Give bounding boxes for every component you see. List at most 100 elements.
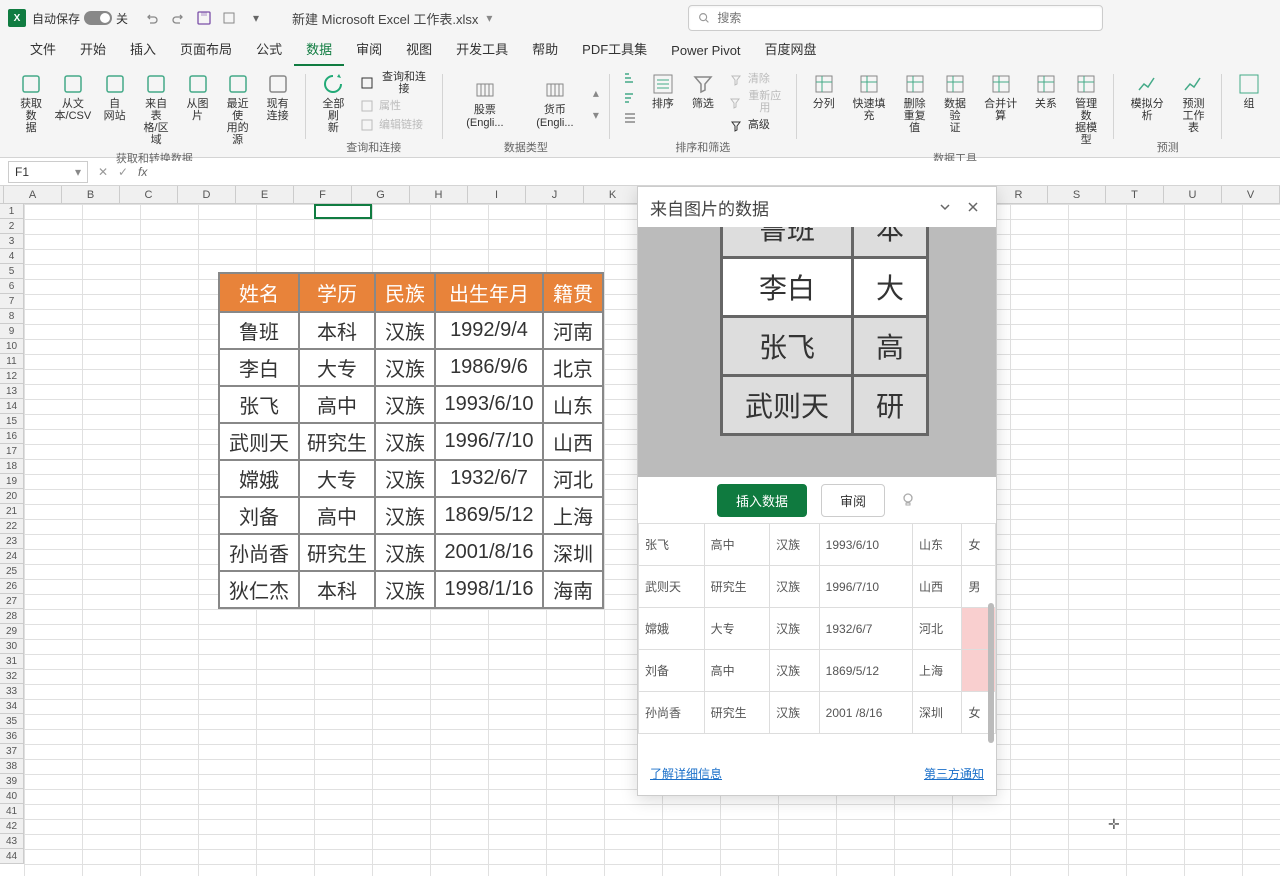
getdata-btn-3[interactable]: 来自表 格/区域 xyxy=(136,70,177,148)
datatype-btn-1[interactable]: 货币 (Engli... xyxy=(521,76,589,130)
query-item-0[interactable]: 查询和连接 xyxy=(355,70,434,96)
row-header[interactable]: 29 xyxy=(0,624,24,639)
forecast-btn-0[interactable]: 模拟分析 xyxy=(1122,70,1172,124)
row-header[interactable]: 44 xyxy=(0,849,24,864)
extracted-cell[interactable]: 大专 xyxy=(704,608,770,650)
extracted-data-grid[interactable]: 张飞高中汉族1993/6/10山东女武则天研究生汉族1996/7/10山西男嫦娥… xyxy=(638,523,996,755)
row-header[interactable]: 38 xyxy=(0,759,24,774)
getdata-btn-2[interactable]: 自 网站 xyxy=(96,70,134,124)
extracted-cell[interactable]: 男 xyxy=(962,566,996,608)
sort-desc-button[interactable] xyxy=(618,90,642,108)
row-header[interactable]: 33 xyxy=(0,684,24,699)
getdata-btn-5[interactable]: 最近使 用的源 xyxy=(219,70,257,148)
extracted-cell[interactable]: 研究生 xyxy=(704,566,770,608)
insert-data-button[interactable]: 插入数据 xyxy=(717,484,807,517)
row-header[interactable]: 25 xyxy=(0,564,24,579)
col-header[interactable]: G xyxy=(352,186,410,204)
row-header[interactable]: 21 xyxy=(0,504,24,519)
search-box[interactable] xyxy=(688,5,1103,31)
datatool-btn-1[interactable]: 快速填充 xyxy=(845,70,894,124)
col-header[interactable]: D xyxy=(178,186,236,204)
confirm-formula-button[interactable]: ✓ xyxy=(114,163,132,181)
collapse-pane-button[interactable] xyxy=(934,196,956,218)
extracted-cell[interactable]: 深圳 xyxy=(912,692,962,734)
sort-asc-button[interactable] xyxy=(618,70,642,88)
row-header[interactable]: 18 xyxy=(0,459,24,474)
extracted-cell[interactable]: 女 xyxy=(962,524,996,566)
chevron-down-icon[interactable]: ▾ xyxy=(75,165,81,179)
qat-more-button[interactable] xyxy=(220,8,240,28)
col-header[interactable]: J xyxy=(526,186,584,204)
row-header[interactable]: 9 xyxy=(0,324,24,339)
document-name[interactable]: 新建 Microsoft Excel 工作表.xlsx xyxy=(292,9,478,28)
extracted-cell[interactable]: 汉族 xyxy=(770,566,820,608)
row-header[interactable]: 20 xyxy=(0,489,24,504)
row-header[interactable]: 14 xyxy=(0,399,24,414)
row-header[interactable]: 7 xyxy=(0,294,24,309)
fx-icon[interactable]: fx xyxy=(138,165,147,179)
extracted-cell[interactable]: 山东 xyxy=(912,524,962,566)
filter-button[interactable]: 筛选 xyxy=(684,70,722,112)
extracted-cell[interactable]: 河北 xyxy=(912,608,962,650)
col-header[interactable]: A xyxy=(4,186,62,204)
col-header[interactable]: R xyxy=(990,186,1048,204)
extracted-cell[interactable]: 高中 xyxy=(704,524,770,566)
tab-11[interactable]: Power Pivot xyxy=(659,37,752,66)
getdata-btn-6[interactable]: 现有 连接 xyxy=(259,70,297,124)
name-box[interactable]: F1▾ xyxy=(8,161,88,183)
row-header[interactable]: 5 xyxy=(0,264,24,279)
row-header[interactable]: 34 xyxy=(0,699,24,714)
row-header[interactable]: 30 xyxy=(0,639,24,654)
review-button[interactable]: 审阅 xyxy=(821,484,885,517)
extracted-cell[interactable]: 1932/6/7 xyxy=(819,608,912,650)
datatool-btn-5[interactable]: 关系 xyxy=(1027,70,1065,112)
row-header[interactable]: 24 xyxy=(0,549,24,564)
extracted-cell[interactable]: 嫦娥 xyxy=(639,608,705,650)
tab-7[interactable]: 视图 xyxy=(394,33,444,66)
datatool-btn-0[interactable]: 分列 xyxy=(805,70,843,112)
extracted-cell[interactable]: 刘备 xyxy=(639,650,705,692)
row-header[interactable]: 6 xyxy=(0,279,24,294)
tab-3[interactable]: 页面布局 xyxy=(168,33,244,66)
tab-1[interactable]: 开始 xyxy=(68,33,118,66)
col-header[interactable]: T xyxy=(1106,186,1164,204)
col-header[interactable]: I xyxy=(468,186,526,204)
col-header[interactable]: B xyxy=(62,186,120,204)
datatool-btn-2[interactable]: 删除 重复值 xyxy=(895,70,933,136)
row-header[interactable]: 43 xyxy=(0,834,24,849)
col-header[interactable]: F xyxy=(294,186,352,204)
row-header[interactable]: 12 xyxy=(0,369,24,384)
row-header[interactable]: 39 xyxy=(0,774,24,789)
group-button[interactable]: 组 xyxy=(1230,70,1268,112)
extracted-cell[interactable]: 汉族 xyxy=(770,692,820,734)
datatype-gallery-nav[interactable]: ▴▾ xyxy=(591,84,601,124)
row-header[interactable]: 13 xyxy=(0,384,24,399)
row-header[interactable]: 37 xyxy=(0,744,24,759)
row-header[interactable]: 8 xyxy=(0,309,24,324)
col-header[interactable]: V xyxy=(1222,186,1280,204)
undo-button[interactable] xyxy=(142,8,162,28)
row-header[interactable]: 2 xyxy=(0,219,24,234)
row-header[interactable]: 32 xyxy=(0,669,24,684)
col-header[interactable]: C xyxy=(120,186,178,204)
extracted-cell[interactable]: 1996/7/10 xyxy=(819,566,912,608)
close-pane-button[interactable] xyxy=(962,196,984,218)
lightbulb-icon[interactable] xyxy=(899,491,917,509)
third-party-link[interactable]: 第三方通知 xyxy=(924,765,984,782)
extracted-cell[interactable]: 1993/6/10 xyxy=(819,524,912,566)
row-header[interactable]: 31 xyxy=(0,654,24,669)
tab-8[interactable]: 开发工具 xyxy=(444,33,520,66)
datatool-btn-6[interactable]: 管理数 据模型 xyxy=(1067,70,1105,148)
cancel-formula-button[interactable]: ✕ xyxy=(94,163,112,181)
filter-item-2[interactable]: 高级 xyxy=(724,116,788,134)
autosave-toggle[interactable]: 自动保存 关 xyxy=(32,10,128,27)
row-header[interactable]: 22 xyxy=(0,519,24,534)
extracted-cell[interactable]: 汉族 xyxy=(770,524,820,566)
tab-2[interactable]: 插入 xyxy=(118,33,168,66)
getdata-btn-1[interactable]: 从文 本/CSV xyxy=(52,70,94,124)
tab-5[interactable]: 数据 xyxy=(294,33,344,66)
tab-4[interactable]: 公式 xyxy=(244,33,294,66)
datatype-btn-0[interactable]: 股票 (Engli... xyxy=(451,76,519,130)
row-header[interactable]: 42 xyxy=(0,819,24,834)
refresh-all-button[interactable]: 全部刷 新 xyxy=(314,70,353,136)
